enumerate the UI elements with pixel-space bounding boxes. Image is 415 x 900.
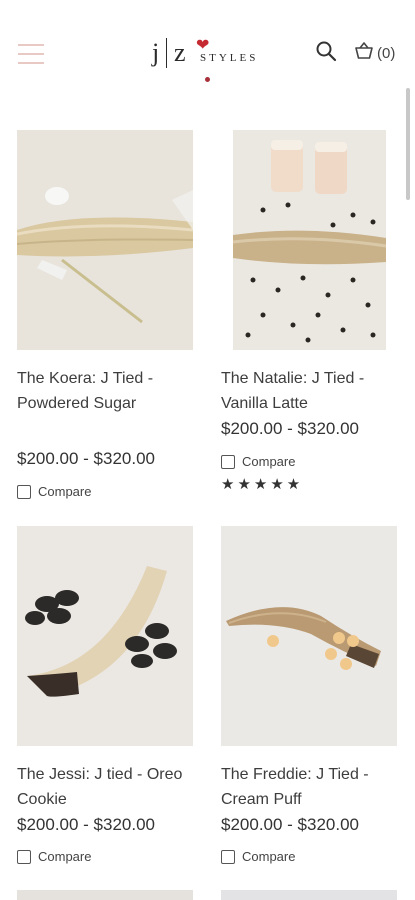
product-title[interactable]: The Freddie: J Tied - Cream Puff xyxy=(221,762,397,812)
checkbox-icon[interactable] xyxy=(17,849,31,864)
site-header: j z ❤ STYLES (0) xyxy=(0,0,415,95)
compare-label: Compare xyxy=(242,454,296,469)
product-card[interactable]: The Freddie: J Tied - Cream Puff $200.00… xyxy=(221,526,401,876)
scrollbar-thumb[interactable] xyxy=(406,88,410,200)
product-image[interactable] xyxy=(17,130,193,350)
basket-icon xyxy=(354,42,374,64)
compare-checkbox[interactable]: Compare xyxy=(221,454,295,469)
product-image[interactable] xyxy=(221,890,397,900)
compare-label: Compare xyxy=(38,484,92,499)
checkbox-icon[interactable] xyxy=(221,454,235,469)
logo-divider xyxy=(166,38,167,68)
product-card[interactable]: The Natalie: J Tied - Vanilla Latte $200… xyxy=(221,130,401,510)
cart-count: (0) xyxy=(377,44,396,62)
product-price: $200.00 - $320.00 xyxy=(221,815,360,834)
logo-styles-text: STYLES xyxy=(200,52,259,64)
product-card[interactable]: The Koera: J Tied - Powdered Sugar $200.… xyxy=(17,130,197,510)
product-title[interactable]: The Natalie: J Tied - Vanilla Latte xyxy=(221,366,397,416)
product-title[interactable]: The Koera: J Tied - Powdered Sugar xyxy=(17,366,193,416)
compare-label: Compare xyxy=(38,849,92,864)
logo-letter-j: j xyxy=(152,38,160,67)
menu-icon[interactable] xyxy=(18,44,44,66)
site-logo[interactable]: j z ❤ STYLES xyxy=(152,36,264,82)
compare-checkbox[interactable]: Compare xyxy=(221,849,295,864)
product-price: $200.00 - $320.00 xyxy=(17,449,156,468)
star-rating: ★★★★★ xyxy=(221,476,304,493)
compare-label: Compare xyxy=(242,849,296,864)
search-icon[interactable] xyxy=(315,40,337,62)
product-image[interactable] xyxy=(17,890,193,900)
compare-checkbox[interactable]: Compare xyxy=(17,849,91,864)
logo-letter-z: z xyxy=(174,38,186,67)
product-price: $200.00 - $320.00 xyxy=(221,419,360,438)
checkbox-icon[interactable] xyxy=(221,849,235,864)
product-image[interactable] xyxy=(17,526,193,746)
product-price: $200.00 - $320.00 xyxy=(17,815,156,834)
logo-dot xyxy=(205,77,210,82)
product-image[interactable] xyxy=(233,130,386,350)
product-image[interactable] xyxy=(221,526,397,746)
product-title[interactable]: The Jessi: J tied - Oreo Cookie xyxy=(17,762,197,812)
checkbox-icon[interactable] xyxy=(17,484,31,499)
product-card[interactable]: The Jessi: J tied - Oreo Cookie $200.00 … xyxy=(17,526,197,876)
cart-button[interactable]: (0) xyxy=(354,42,395,64)
compare-checkbox[interactable]: Compare xyxy=(17,484,91,499)
